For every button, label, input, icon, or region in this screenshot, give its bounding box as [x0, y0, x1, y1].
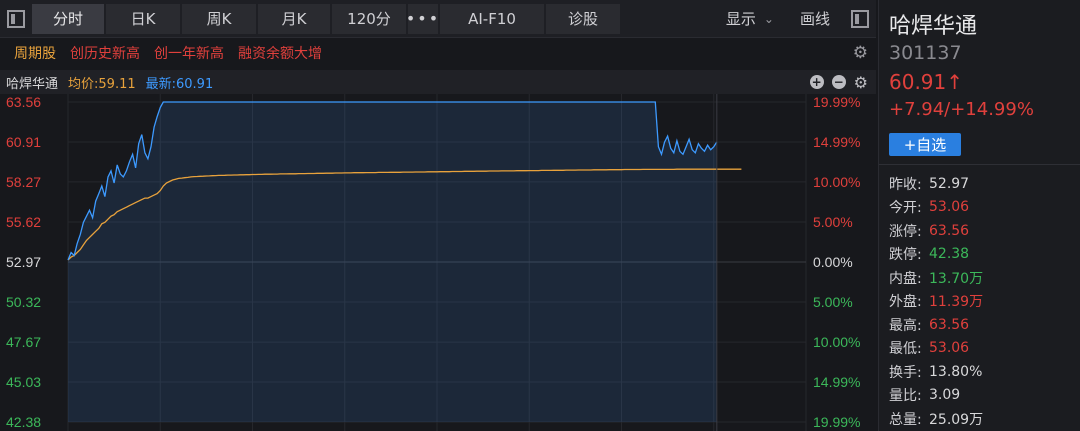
stat-label: 最高: [889, 317, 922, 334]
stat-row: 昨收: 52.97 [889, 172, 983, 196]
top-toolbar: 分时 日K 周K 月K 120分 ••• AI-F10 诊股 显示 ⌄ 画线 [0, 0, 876, 38]
stat-row: 外盘: 11.39万 [889, 290, 983, 314]
panel-toggle-icon[interactable] [844, 0, 876, 38]
y-pct-tick-label: 10.00% [813, 174, 860, 190]
stat-row: 换手: 13.80% [889, 360, 983, 384]
chart-stock-name: 哈焊华通 [6, 76, 59, 92]
stat-row: 内盘: 13.70万 [889, 266, 983, 290]
zoom-out-icon[interactable]: − [831, 75, 846, 89]
y-tick-label: 47.67 [6, 334, 41, 350]
add-watchlist-button[interactable]: +自选 [889, 133, 961, 156]
y-pct-tick-label: 14.99% [813, 374, 860, 390]
y-tick-label: 50.32 [6, 294, 41, 310]
y-pct-tick-label: 19.99% [813, 94, 860, 110]
tab-7[interactable]: 诊股 [546, 3, 620, 34]
y-tick-label: 60.91 [6, 134, 41, 150]
y-pct-tick-label: 0.00% [813, 254, 853, 270]
chart-settings-icon[interactable]: ⚙ [854, 73, 868, 92]
display-dropdown[interactable]: 显示 ⌄ [714, 8, 786, 29]
stat-label: 总量: [889, 411, 922, 428]
y-tick-label: 55.62 [6, 214, 41, 230]
stat-value: 11.39万 [929, 294, 984, 311]
sidebar-toggle-icon[interactable] [0, 0, 32, 38]
tag-item[interactable]: 融资余额大增 [238, 43, 322, 63]
stat-row: 总量: 25.09万 [889, 407, 983, 431]
stat-value: 53.06 [929, 340, 970, 357]
tab-0[interactable]: 分时 [32, 3, 104, 34]
stat-value: 13.80% [929, 363, 983, 380]
stat-label: 内盘: [889, 270, 922, 287]
stat-label: 涨停: [889, 223, 922, 240]
stat-value: 52.97 [929, 175, 970, 192]
stat-row: 量比: 3.09 [889, 384, 983, 408]
y-tick-label: 52.97 [6, 254, 41, 270]
y-tick-label: 45.03 [6, 374, 41, 390]
y-pct-tick-label: 10.00% [813, 334, 860, 350]
stat-value: 53.06 [929, 199, 970, 216]
stock-code: 301137 [889, 42, 962, 64]
stat-label: 换手: [889, 364, 922, 381]
y-tick-label: 58.27 [6, 174, 41, 190]
stock-price: 60.91↑ [889, 70, 964, 94]
stat-value: 13.70万 [929, 270, 984, 287]
stat-value: 3.09 [929, 387, 961, 404]
stat-label: 量比: [889, 388, 922, 405]
draw-line-button[interactable]: 画线 [786, 8, 844, 29]
tab-1[interactable]: 日K [106, 3, 180, 34]
tab-3[interactable]: 月K [258, 3, 330, 34]
tag-item[interactable]: 周期股 [14, 43, 56, 63]
stock-name: 哈焊华通 [889, 14, 978, 39]
y-pct-tick-label: 19.99% [813, 414, 860, 430]
y-pct-tick-label: 14.99% [813, 134, 860, 150]
price-area-fill [68, 102, 717, 422]
stat-row: 最高: 63.56 [889, 313, 983, 337]
avg-price-label: 均价:59.11 [68, 76, 136, 92]
concept-tags-row: 周期股 创历史新高 创一年新高 融资余额大增 ⚙ [0, 38, 876, 68]
tag-item[interactable]: 创一年新高 [154, 43, 224, 63]
stat-label: 最低: [889, 341, 922, 358]
stat-value: 63.56 [929, 316, 970, 333]
divider [879, 164, 1080, 165]
stat-label: 外盘: [889, 294, 922, 311]
quote-stats: 昨收: 52.97 今开: 53.06 涨停: 63.56 跌停: 42.38 内盘: 13.70… [889, 172, 983, 431]
stock-change: +7.94/+14.99% [889, 99, 1034, 120]
stat-value: 42.38 [929, 246, 970, 263]
tag-item[interactable]: 创历史新高 [70, 43, 140, 63]
stat-row: 涨停: 63.56 [889, 219, 983, 243]
gear-icon[interactable]: ⚙ [853, 43, 868, 63]
stat-value: 25.09万 [929, 411, 984, 428]
stat-label: 跌停: [889, 247, 922, 264]
stat-label: 今开: [889, 200, 922, 217]
stat-row: 今开: 53.06 [889, 196, 983, 220]
stat-row: 跌停: 42.38 [889, 243, 983, 267]
tab-2[interactable]: 周K [182, 3, 256, 34]
stat-row: 最低: 53.06 [889, 337, 983, 361]
chevron-down-icon: ⌄ [763, 11, 774, 26]
quote-panel: 哈焊华通 301137 60.91↑ +7.94/+14.99% +自选 昨收:… [878, 0, 1080, 431]
y-tick-label: 63.56 [6, 94, 41, 110]
tab-6[interactable]: AI-F10 [440, 3, 544, 34]
last-price-label: 最新:60.91 [145, 76, 214, 92]
y-pct-tick-label: 5.00% [813, 214, 853, 230]
stat-label: 昨收: [889, 176, 922, 193]
y-pct-tick-label: 5.00% [813, 294, 853, 310]
y-tick-label: 42.38 [6, 414, 41, 430]
tab-4[interactable]: 120分 [332, 3, 406, 34]
stat-value: 63.56 [929, 222, 970, 239]
intraday-chart[interactable]: 63.56 19.99% 60.91 14.99% 58.27 10.00% 55.62 5.… [0, 94, 876, 431]
zoom-in-icon[interactable]: + [809, 75, 824, 89]
chart-header: 哈焊华通 均价:59.11 最新:60.91 + − ⚙ [0, 70, 876, 94]
more-options-icon[interactable]: ••• [406, 3, 438, 34]
display-label: 显示 [725, 10, 756, 28]
period-tabs: 分时 日K 周K 月K 120分 ••• AI-F10 诊股 [32, 0, 622, 38]
